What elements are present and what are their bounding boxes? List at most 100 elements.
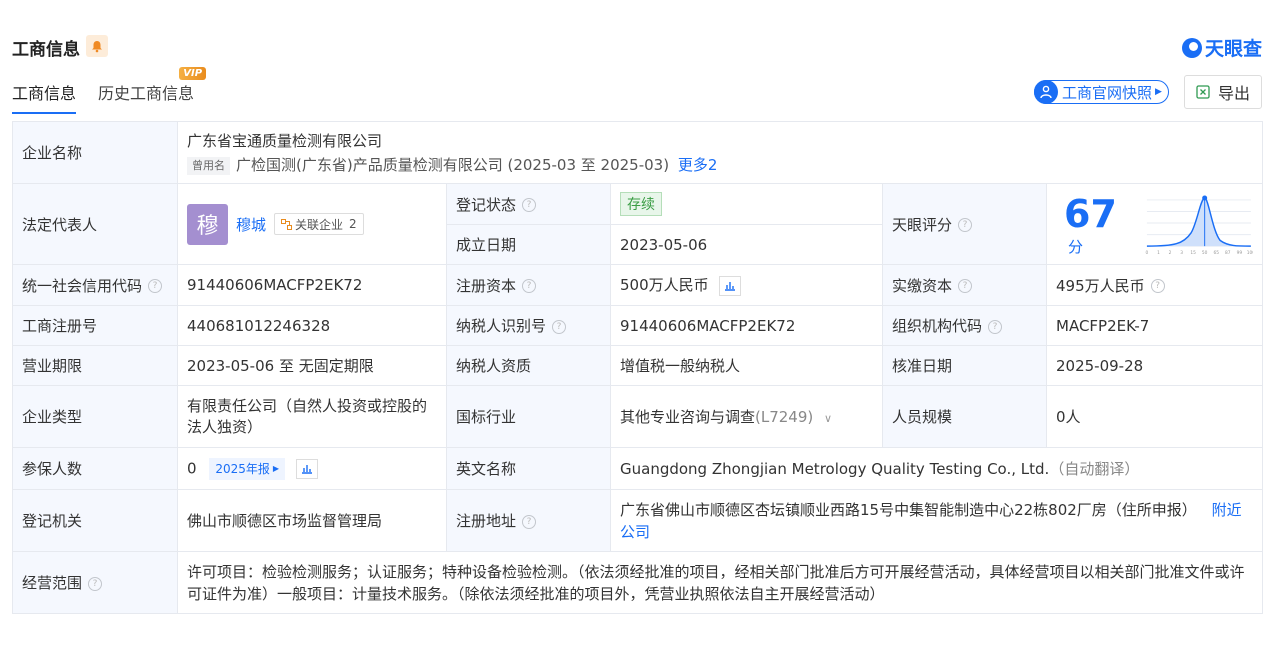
company-type: 有限责任公司（自然人投资或控股的法人独资）	[177, 385, 447, 448]
legal-rep-name-link[interactable]: 穆城	[236, 214, 266, 235]
tianyancha-logo: 天眼查	[1181, 34, 1262, 61]
industry-label: 国标行业	[446, 385, 611, 448]
name-cell: 广东省宝通质量检测有限公司 曾用名 广检国测(广东省)产品质量检测有限公司 (20…	[176, 121, 1264, 184]
reg-status-label: 登记状态	[456, 195, 517, 214]
rating-tick-label: 15	[1191, 250, 1197, 256]
taxpayer-id: 91440606MACFP2EK72	[610, 305, 883, 346]
paid-capital: 495万人民币	[1056, 276, 1145, 295]
chevron-down-icon: ∨	[824, 412, 833, 425]
industry: 其他专业咨询与调查	[620, 408, 756, 426]
caret-right-icon: ▶	[1155, 87, 1162, 97]
rating-tick-label: 1	[1157, 250, 1160, 256]
help-icon[interactable]: ?	[552, 319, 567, 334]
rating-tick-label: 3	[1180, 250, 1183, 256]
capital-chart-icon[interactable]	[719, 275, 742, 296]
org-code-label-cell: 组织机构代码?	[882, 305, 1047, 346]
avatar: 穆	[187, 203, 228, 245]
staff-size: 0人	[1045, 385, 1264, 448]
export-label: 导出	[1217, 84, 1250, 103]
tab-bar: 工商信息 历史工商信息 VIP	[12, 67, 207, 114]
help-icon[interactable]: ?	[522, 198, 537, 212]
english-name: Guangdong Zhongjian Metrology Quality Te…	[620, 460, 1050, 478]
tab-business-info[interactable]: 工商信息	[12, 80, 77, 114]
address-cell: 广东省佛山市顺德区杏坛镇顺业西路15号中集智能制造中心22栋802厂房（住所申报…	[609, 489, 1264, 552]
reg-status-cell: 存续	[610, 183, 883, 225]
help-icon[interactable]: ?	[1150, 279, 1165, 293]
taxpayer-qual-label: 纳税人资质	[446, 345, 611, 386]
found-date-label: 成立日期	[446, 224, 611, 265]
former-name: 广检国测(广东省)产品质量检测有限公司 (2025-03 至 2025-03)	[236, 156, 670, 174]
snapshot-label: 工商官网快照	[1062, 83, 1153, 102]
address-label: 注册地址	[456, 512, 517, 530]
approval-date: 2025-09-28	[1045, 345, 1264, 386]
rating-tick-label: 2	[1169, 250, 1172, 256]
help-icon[interactable]: ?	[988, 319, 1003, 334]
help-icon[interactable]: ?	[958, 279, 973, 293]
approval-date-label: 核准日期	[882, 345, 1047, 386]
company-name: 广东省宝通质量检测有限公司	[187, 132, 383, 150]
rating-cell[interactable]: 67分 0 1 2 3 15 50 65 87 99 100	[1045, 183, 1264, 265]
rating-tick-label: 65	[1214, 250, 1220, 256]
industry-code: (L7249)	[755, 408, 814, 426]
related-label: 关联企业	[295, 217, 344, 232]
table-row: 登记机关 佛山市顺德区市场监督管理局 注册地址? 广东省佛山市顺德区杏坛镇顺业西…	[12, 489, 1264, 552]
rating-score: 67	[1064, 191, 1117, 236]
user-icon	[1034, 80, 1058, 104]
authority-label: 登记机关	[12, 489, 178, 552]
reg-capital-cell: 500万人民币	[610, 264, 883, 306]
related-companies-badge[interactable]: 关联企业 2	[274, 213, 364, 235]
biz-reg-no-label: 工商注册号	[12, 305, 178, 346]
former-name-tag: 曾用名	[187, 156, 230, 175]
address: 广东省佛山市顺德区杏坛镇顺业西路15号中集智能制造中心22栋802厂房（住所申报…	[620, 500, 1197, 519]
help-icon[interactable]: ?	[522, 514, 537, 529]
export-button[interactable]: 导出	[1184, 75, 1262, 109]
credit-code-label: 统一社会信用代码	[22, 276, 143, 295]
taxpayer-qual: 增值税一般纳税人	[610, 345, 883, 386]
taxpayer-id-label: 纳税人识别号	[456, 317, 547, 335]
english-name-label: 英文名称	[446, 447, 611, 490]
insured-count: 0	[187, 459, 197, 477]
annual-report-label: 2025年报	[215, 462, 270, 476]
scope-label: 经营范围	[22, 574, 83, 592]
org-code: MACFP2EK-7	[1045, 305, 1264, 346]
table-row: 营业期限 2023-05-06 至 无固定期限 纳税人资质 增值税一般纳税人 核…	[12, 345, 1264, 386]
tab-history-business-info[interactable]: 历史工商信息 VIP	[98, 67, 207, 114]
excel-icon	[1196, 85, 1210, 99]
reg-capital-label-cell: 注册资本?	[446, 264, 611, 306]
name-label: 企业名称	[12, 121, 178, 184]
auto-translate-note: （自动翻译）	[1049, 460, 1140, 478]
help-icon[interactable]: ?	[958, 218, 973, 232]
industry-cell[interactable]: 其他专业咨询与调查(L7249) ∨	[610, 385, 883, 448]
snapshot-button[interactable]: 工商官网快照 ▶	[1034, 80, 1169, 104]
rating-tick-label: 50	[1202, 250, 1208, 256]
scope-label-cell: 经营范围?	[12, 551, 178, 614]
table-row: 企业类型 有限责任公司（自然人投资或控股的法人独资） 国标行业 其他专业咨询与调…	[12, 385, 1264, 448]
rating-tick-label: 100	[1247, 250, 1253, 256]
table-row: 参保人数 0 2025年报 ▶ 英文名称 Guangdong Zhongjian …	[12, 447, 1264, 490]
rating-unit: 分	[1068, 237, 1084, 256]
table-row: 法定代表人 穆 穆城 关联企业 2 登记状态? 存续 天眼评分? 67分 0 1…	[12, 183, 1264, 265]
org-code-label: 组织机构代码	[892, 317, 983, 335]
rating-tick-label: 87	[1225, 250, 1231, 256]
insured-label: 参保人数	[12, 447, 178, 490]
rating-tick-label: 99	[1237, 250, 1243, 256]
term-label: 营业期限	[12, 345, 178, 386]
credit-code-label-cell: 统一社会信用代码?	[12, 264, 178, 306]
related-icon	[281, 218, 293, 230]
annual-report-tag[interactable]: 2025年报 ▶	[209, 457, 286, 480]
bell-icon[interactable]	[86, 35, 108, 57]
more-former-names-link[interactable]: 更多2	[678, 156, 718, 174]
rating-label: 天眼评分	[892, 215, 953, 234]
rating-distribution-chart: 0 1 2 3 15 50 65 87 99 100	[1146, 195, 1253, 256]
insured-chart-icon[interactable]	[295, 458, 318, 479]
logo-text: 天眼查	[1204, 38, 1262, 60]
credit-code: 91440606MACFP2EK72	[177, 264, 447, 306]
help-icon[interactable]: ?	[148, 279, 163, 293]
logo-eye-icon	[1181, 37, 1202, 58]
help-icon[interactable]: ?	[88, 576, 103, 591]
scope: 许可项目：检验检测服务；认证服务；特种设备检验检测。（依法须经批准的项目，经相关…	[176, 551, 1264, 614]
staff-size-label: 人员规模	[882, 385, 1047, 448]
type-label: 企业类型	[12, 385, 178, 448]
rating-label-cell: 天眼评分?	[882, 183, 1047, 265]
help-icon[interactable]: ?	[522, 279, 537, 293]
